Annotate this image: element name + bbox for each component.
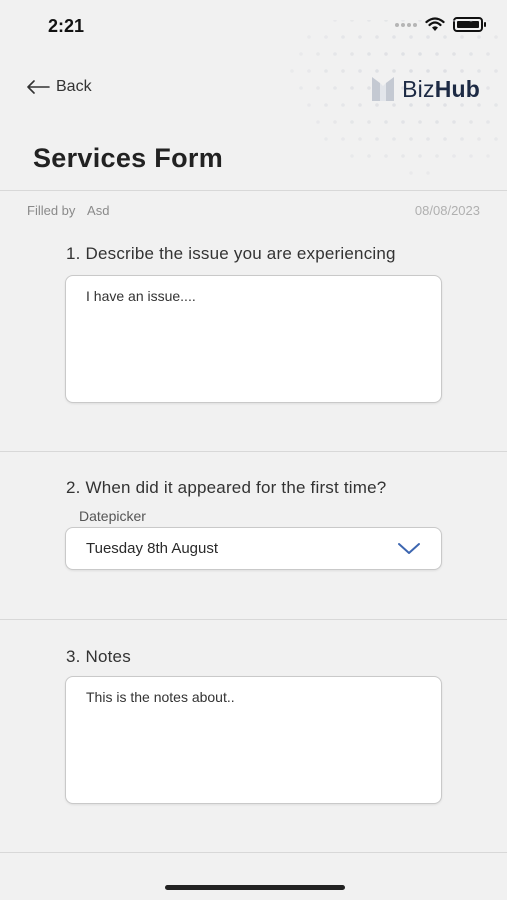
bizhub-logo: BizHub [370,75,480,103]
header-divider [0,190,507,191]
home-indicator[interactable] [165,885,345,890]
filled-by-value: Asd [87,203,110,218]
section-divider-1 [0,451,507,452]
logo-text: BizHub [402,75,480,102]
chevron-down-icon [398,542,420,554]
question-1-label: 1. Describe the issue you are experienci… [66,244,396,263]
meta-row: Filled by Asd 08/08/2023 [27,203,480,218]
notes-value: This is the notes about.. [86,689,235,705]
bizhub-logo-icon [372,77,395,101]
notes-textarea[interactable]: This is the notes about.. [65,676,442,804]
back-label: Back [56,78,92,95]
issue-description-textarea[interactable]: I have an issue.... [65,275,442,403]
datepicker-select[interactable]: Tuesday 8th August [65,527,442,570]
datepicker-label: Datepicker [79,508,146,524]
form-date: 08/08/2023 [414,203,480,218]
datepicker-value: Tuesday 8th August [86,540,219,557]
section-divider-3 [0,852,507,853]
status-time: 2:21 [48,16,85,36]
arrow-left-icon [27,80,50,94]
page-title: Services Form [33,143,223,173]
decorative-dot-pattern [290,20,498,175]
issue-description-value: I have an issue.... [86,288,196,304]
question-3-label: 3. Notes [66,647,131,666]
filled-by-label: Filled by [27,203,76,218]
question-2-label: 2. When did it appeared for the first ti… [66,478,387,497]
section-divider-2 [0,619,507,620]
back-button[interactable]: Back [26,78,92,96]
